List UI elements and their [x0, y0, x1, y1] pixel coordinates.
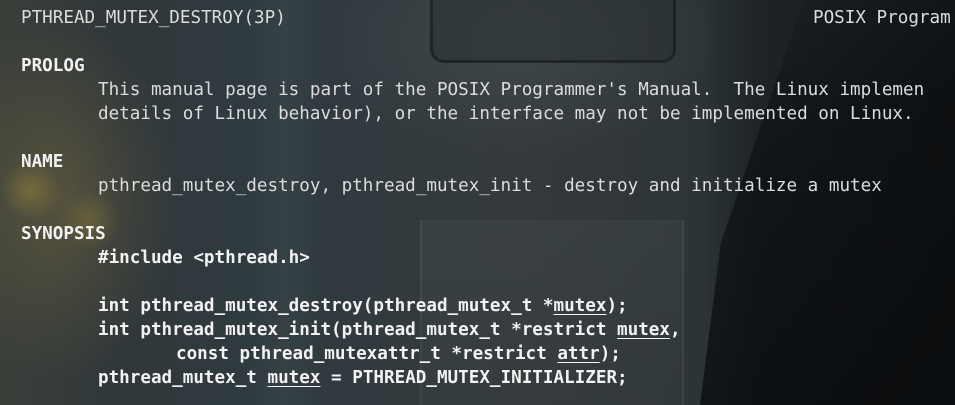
destroy-prototype-end: ); [606, 296, 628, 316]
synopsis-static-initializer: pthread_mutex_t mutex = PTHREAD_MUTEX_IN… [98, 366, 628, 390]
man-page-viewer[interactable]: PTHREAD_MUTEX_DESTROY(3P) POSIX Program … [0, 0, 955, 405]
synopsis-init-prototype: int pthread_mutex_init(pthread_mutex_t *… [98, 318, 681, 342]
init-prototype-comma: , [670, 320, 681, 340]
init-arg-mutex: mutex [617, 320, 670, 340]
destroy-prototype-text: int pthread_mutex_destroy(pthread_mutex_… [98, 296, 554, 316]
destroy-arg-mutex: mutex [553, 296, 607, 316]
section-heading-synopsis: SYNOPSIS [21, 224, 106, 244]
initializer-type: pthread_mutex_t [98, 368, 268, 388]
init-prototype-text: int pthread_mutex_init(pthread_mutex_t *… [98, 320, 618, 340]
man-header-left: PTHREAD_MUTEX_DESTROY(3P) [21, 8, 286, 28]
initializer-arg-mutex: mutex [267, 368, 321, 388]
init-arg-attr: attr [557, 344, 600, 364]
name-text-line: pthread_mutex_destroy, pthread_mutex_ini… [98, 176, 882, 196]
synopsis-init-prototype-continued: const pthread_mutexattr_t *restrict attr… [176, 342, 621, 366]
prolog-text-line-2: details of Linux behavior), or the inter… [98, 104, 914, 124]
man-header-right: POSIX Program [813, 8, 951, 28]
section-heading-prolog: PROLOG [21, 56, 85, 76]
init2-prototype-end: ); [599, 344, 621, 364]
prolog-text-line-1: This manual page is part of the POSIX Pr… [98, 80, 925, 100]
synopsis-destroy-prototype: int pthread_mutex_destroy(pthread_mutex_… [98, 294, 628, 318]
section-heading-name: NAME [21, 152, 64, 172]
init2-prototype-text: const pthread_mutexattr_t *restrict [176, 344, 558, 364]
synopsis-include: #include <pthread.h> [98, 248, 310, 268]
initializer-value: = PTHREAD_MUTEX_INITIALIZER; [320, 368, 628, 388]
